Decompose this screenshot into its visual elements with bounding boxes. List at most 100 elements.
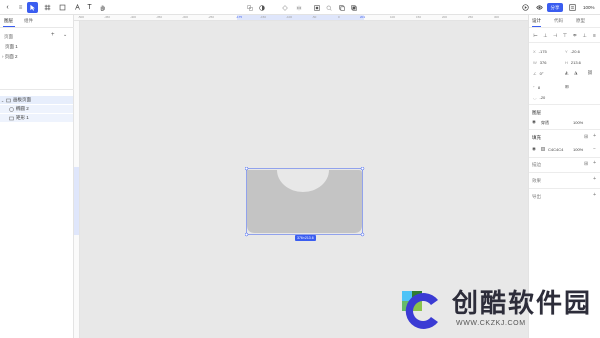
x-field[interactable]: X -175: [533, 49, 547, 54]
ruler-tick: -100: [286, 15, 293, 19]
ruler-tick: 200: [442, 15, 448, 19]
play-icon[interactable]: [520, 2, 531, 13]
layer-label: 椭圆 2: [16, 106, 29, 111]
move-tool-icon[interactable]: [27, 2, 38, 13]
y-field[interactable]: Y -20.6: [565, 49, 580, 54]
add-export-icon[interactable]: +: [593, 192, 596, 198]
left-panel-tabs: 图层 组件: [0, 15, 74, 27]
mask-icon[interactable]: [256, 2, 267, 13]
rectangle-shape: [247, 170, 362, 233]
page-item[interactable]: › 页面 2: [2, 54, 18, 60]
add-page-icon[interactable]: +: [51, 32, 55, 38]
resize-handle[interactable]: [360, 167, 365, 171]
corner-radius-field[interactable]: ⌜ 8: [533, 85, 540, 90]
align-center-h-icon[interactable]: ⊥: [542, 33, 549, 39]
resize-handle[interactable]: [360, 232, 365, 237]
boolean-union-icon[interactable]: [244, 2, 255, 13]
group-icon[interactable]: [311, 2, 322, 13]
fill-color-swatch[interactable]: [541, 147, 545, 151]
ellipse-layer-icon: [8, 106, 14, 112]
add-stroke-icon[interactable]: +: [593, 160, 596, 166]
divider: [529, 157, 600, 158]
flip-horizontal-icon[interactable]: ◭: [565, 70, 568, 76]
ruler-tick: -400: [130, 15, 137, 19]
tab-code[interactable]: 代码: [554, 18, 563, 24]
w-field[interactable]: W 376: [533, 60, 546, 65]
zoom-fit-icon[interactable]: [323, 2, 334, 13]
rotation-field[interactable]: ∠ 0°: [533, 71, 543, 76]
grid-icon[interactable]: ⊞: [584, 161, 588, 167]
x-value: -175: [538, 49, 547, 54]
page-item[interactable]: 页面 1: [5, 44, 18, 50]
layer-label: 矩形 1: [16, 115, 29, 120]
layer-item[interactable]: ⌄ 画板页面: [0, 96, 73, 104]
left-panel: 图层 组件 页面 + ⌄ 页面 1 › 页面 2 ⌄ 画板页面 椭圆 2 矩形 …: [0, 15, 74, 338]
ruler-tick: 0: [338, 15, 340, 19]
collapse-icon[interactable]: ⌄: [63, 32, 67, 38]
h-field[interactable]: H 213.6: [565, 60, 581, 65]
rectangle-tool-icon[interactable]: [57, 2, 68, 13]
grid-icon[interactable]: ⊞: [584, 134, 588, 140]
pages-section-title: 页面: [4, 34, 13, 39]
fill-hex-value[interactable]: C4C4C4: [548, 147, 563, 152]
tab-layers[interactable]: 图层: [4, 18, 13, 24]
extra-field[interactable]: ◡ -20: [533, 95, 545, 100]
layer-item[interactable]: 矩形 1: [0, 114, 73, 122]
preview-icon[interactable]: [534, 2, 545, 13]
page-item-label: 页面 2: [4, 54, 18, 59]
tab-components[interactable]: 组件: [24, 18, 33, 24]
rectangle-layer-icon: [8, 116, 14, 121]
zoom-level[interactable]: 100%: [583, 3, 595, 12]
text-tool-icon[interactable]: T: [84, 2, 95, 13]
align-bottom-icon[interactable]: ⊥: [581, 33, 588, 39]
share-button[interactable]: 分享: [547, 3, 563, 12]
frame-layer-icon: [5, 98, 11, 103]
lock-ratio-icon[interactable]: ⛓: [587, 70, 593, 76]
resize-handle[interactable]: [245, 232, 249, 237]
tab-prototype[interactable]: 原型: [576, 18, 585, 24]
add-fill-icon[interactable]: +: [593, 133, 596, 139]
layer-item[interactable]: 椭圆 2: [0, 105, 73, 113]
divider: [529, 42, 600, 43]
distribute-icon[interactable]: ≡: [591, 33, 598, 39]
watermark-url: WWW.CKZKJ.COM: [456, 320, 526, 327]
w-value: 376: [539, 60, 547, 65]
pen-tool-icon[interactable]: [72, 2, 83, 13]
ruler-tick-selected: 201: [360, 15, 366, 19]
layer-opacity[interactable]: 100%: [573, 120, 583, 125]
hand-tool-icon[interactable]: [97, 2, 108, 13]
intersect-icon[interactable]: [348, 2, 359, 13]
divider: [529, 104, 600, 105]
align-left-icon[interactable]: ⊢: [532, 33, 539, 39]
back-icon[interactable]: ‹: [2, 2, 13, 13]
selected-shape[interactable]: [245, 167, 365, 237]
align-toolbar: ⊢ ⊥ ⊣ ⊤ ≑ ⊥ ≡: [532, 33, 598, 39]
visibility-icon[interactable]: ◉: [532, 119, 536, 125]
blend-mode-select[interactable]: 穿透: [541, 120, 549, 126]
ruler-tick: 250: [468, 15, 474, 19]
align-top-icon[interactable]: ⊤: [561, 33, 568, 39]
component-icon[interactable]: [279, 2, 290, 13]
y-value: -20.6: [570, 49, 580, 54]
align-middle-icon[interactable]: ≑: [571, 33, 578, 39]
add-effect-icon[interactable]: +: [593, 176, 596, 182]
watermark-title: 创酷软件园: [452, 289, 593, 319]
download-icon[interactable]: [567, 2, 578, 13]
frame-tool-icon[interactable]: [42, 2, 53, 13]
ruler-tick: 150: [416, 15, 422, 19]
independent-corners-icon[interactable]: ⊞: [565, 84, 569, 90]
flip-vertical-icon[interactable]: ◮: [574, 70, 577, 76]
align-right-icon[interactable]: ⊣: [552, 33, 559, 39]
remove-fill-icon[interactable]: −: [593, 146, 596, 151]
divider: [0, 27, 74, 28]
flip-icon[interactable]: [293, 2, 304, 13]
fill-visibility-icon[interactable]: ◉: [532, 146, 536, 152]
tab-design[interactable]: 设计: [532, 18, 541, 24]
resize-handle[interactable]: [245, 167, 249, 171]
subtract-icon[interactable]: [336, 2, 347, 13]
layer-section-title: 图层: [532, 110, 541, 115]
rotation-value: 0°: [539, 71, 544, 76]
menu-icon[interactable]: ≡: [15, 2, 26, 13]
fill-section-title: 填充: [532, 135, 541, 140]
fill-opacity[interactable]: 100%: [573, 147, 583, 152]
